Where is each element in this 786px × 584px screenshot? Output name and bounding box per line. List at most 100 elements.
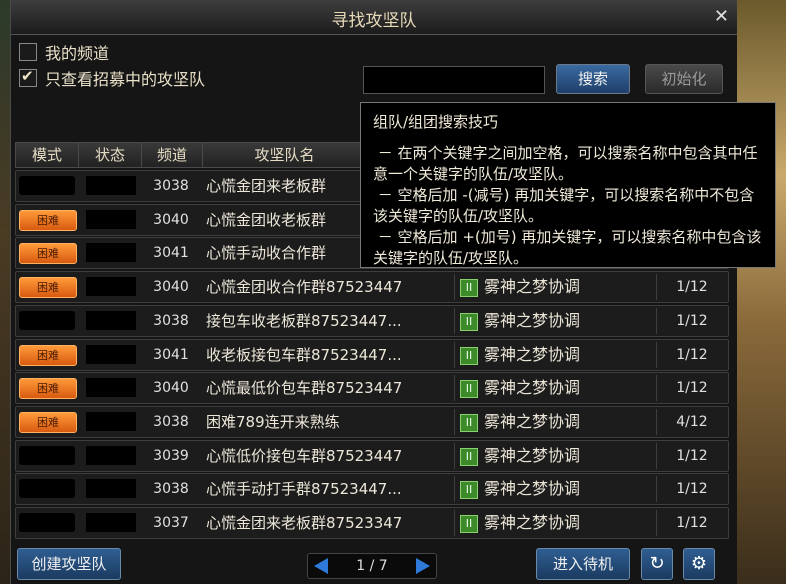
status-cell (86, 411, 136, 431)
title-bar: 寻找攻坚队 ✕ (11, 0, 737, 35)
channel-cell: 3039 (153, 447, 189, 464)
channel-cell: 3041 (153, 346, 189, 363)
column-divider (454, 307, 455, 334)
column-header-name[interactable]: 攻坚队名 (203, 143, 366, 167)
leader-cell: 雾神之梦协调 (484, 378, 581, 398)
status-cell (86, 176, 136, 195)
settings-icon[interactable]: ⚙ (683, 548, 715, 580)
table-header: 模式 状态 频道 攻坚队名 (15, 142, 367, 168)
leader-cell: 雾神之梦协调 (484, 445, 581, 465)
table-row[interactable]: 3037 心慌金团来老板群87523347 II 雾神之梦协调 1/12 (15, 507, 729, 539)
mode-badge: 困难 (19, 344, 77, 366)
leader-cell: 雾神之梦协调 (484, 310, 581, 330)
mode-badge: 困难 (19, 277, 77, 299)
pause-icon: II (460, 481, 478, 500)
member-count-cell: 1/12 (676, 279, 708, 296)
column-divider (454, 375, 455, 402)
my-channel-filter[interactable]: 我的频道 (19, 40, 109, 64)
status-cell (86, 344, 136, 364)
refresh-icon[interactable]: ↻ (641, 548, 673, 580)
status-cell (86, 209, 136, 229)
find-raid-team-window: 寻找攻坚队 ✕ 我的频道 只查看招募中的攻坚队 搜索 初始化 模式 状态 频道 … (10, 0, 737, 584)
column-divider (454, 476, 455, 503)
status-cell (86, 445, 136, 465)
pause-icon: II (460, 447, 478, 466)
leader-cell: 雾神之梦协调 (484, 479, 581, 499)
only-recruiting-filter[interactable]: 只查看招募中的攻坚队 (19, 66, 205, 90)
column-divider (656, 341, 657, 368)
column-divider (656, 408, 657, 435)
search-input[interactable] (363, 66, 545, 94)
team-name-cell: 接包车收老板群87523447... (206, 311, 402, 330)
mode-badge: 困难 (19, 411, 77, 433)
column-divider (656, 307, 657, 334)
leader-cell: 雾神之梦协调 (484, 344, 581, 364)
pause-icon: II (460, 312, 478, 331)
status-cell (86, 479, 136, 499)
column-header-channel[interactable]: 频道 (142, 143, 203, 167)
leader-cell: 雾神之梦协调 (484, 513, 581, 532)
pagination: 1 / 7 (307, 553, 437, 579)
enter-standby-button[interactable]: 进入待机 (536, 548, 630, 580)
column-header-status[interactable]: 状态 (79, 143, 142, 167)
member-count-cell: 1/12 (676, 346, 708, 363)
team-name-cell: 心慌金团收合作群87523447 (206, 278, 403, 297)
column-divider (454, 341, 455, 368)
channel-cell: 3040 (153, 279, 189, 296)
column-divider (454, 274, 455, 301)
table-row[interactable]: 困难 3041 收老板接包车群87523447... II 雾神之梦协调 1/12 (15, 338, 729, 371)
team-name-cell: 心慌最低价包车群87523447 (206, 379, 403, 398)
channel-cell: 3038 (153, 481, 189, 498)
search-button[interactable]: 搜索 (556, 64, 630, 94)
member-count-cell: 1/12 (676, 380, 708, 397)
team-name-cell: 心慌金团来老板群87523347 (206, 514, 403, 532)
only-recruiting-label: 只查看招募中的攻坚队 (45, 70, 206, 89)
table-row[interactable]: 困难 3040 心慌金团收合作群87523447 II 雾神之梦协调 1/12 (15, 271, 729, 304)
table-row[interactable]: 3038 接包车收老板群87523447... II 雾神之梦协调 1/12 (15, 304, 729, 337)
table-row[interactable]: 困难 3038 困难789连开来熟练 II 雾神之梦协调 4/12 (15, 405, 729, 438)
my-channel-checkbox[interactable] (19, 43, 37, 61)
mode-badge: 困难 (19, 209, 77, 231)
status-cell (86, 513, 136, 532)
leader-cell: 雾神之梦协调 (484, 277, 581, 297)
channel-cell: 3037 (153, 515, 189, 531)
close-icon[interactable]: ✕ (714, 6, 729, 27)
channel-cell: 3038 (153, 178, 189, 194)
member-count-cell: 4/12 (676, 413, 708, 430)
game-background-left (0, 0, 10, 584)
status-cell (86, 243, 136, 263)
my-channel-label: 我的频道 (45, 44, 110, 63)
team-name-cell: 困难789连开来熟练 (206, 412, 340, 431)
table-row[interactable]: 3039 心慌低价接包车群87523447 II 雾神之梦协调 1/12 (15, 439, 729, 472)
leader-cell: 雾神之梦协调 (484, 411, 581, 431)
search-tips-tooltip: 组队/组团搜索技巧 － 在两个关键字之间加空格，可以搜索名称中包含其中任意一个关… (360, 102, 776, 268)
next-page-icon[interactable] (416, 558, 430, 574)
member-count-cell: 1/12 (676, 515, 708, 531)
table-row[interactable]: 困难 3040 心慌最低价包车群87523447 II 雾神之梦协调 1/12 (15, 372, 729, 405)
pause-icon: II (460, 515, 478, 533)
mode-badge (19, 445, 75, 465)
pause-icon: II (460, 279, 478, 298)
column-divider (656, 510, 657, 536)
column-header-mode[interactable]: 模式 (16, 143, 79, 167)
mode-badge: 困难 (19, 243, 77, 265)
game-background-right (736, 0, 786, 584)
member-count-cell: 1/12 (676, 312, 708, 329)
channel-cell: 3038 (153, 413, 189, 430)
table-row[interactable]: 3038 心慌手动打手群87523447... II 雾神之梦协调 1/12 (15, 473, 729, 506)
member-count-cell: 1/12 (676, 481, 708, 498)
mode-badge (19, 513, 75, 532)
reset-button[interactable]: 初始化 (645, 64, 723, 94)
create-raid-team-button[interactable]: 创建攻坚队 (17, 548, 121, 580)
column-divider (454, 408, 455, 435)
mode-badge: 困难 (19, 378, 77, 400)
pause-icon: II (460, 346, 478, 365)
tooltip-body: － 在两个关键字之间加空格，可以搜索名称中包含其中任意一个关键字的队伍/攻坚队。… (373, 144, 762, 267)
column-divider (656, 375, 657, 402)
column-divider (656, 274, 657, 301)
mode-badge (19, 176, 75, 195)
team-name-cell: 收老板接包车群87523447... (206, 345, 402, 364)
channel-cell: 3040 (153, 380, 189, 397)
status-cell (86, 378, 136, 398)
only-recruiting-checkbox[interactable] (19, 67, 37, 87)
